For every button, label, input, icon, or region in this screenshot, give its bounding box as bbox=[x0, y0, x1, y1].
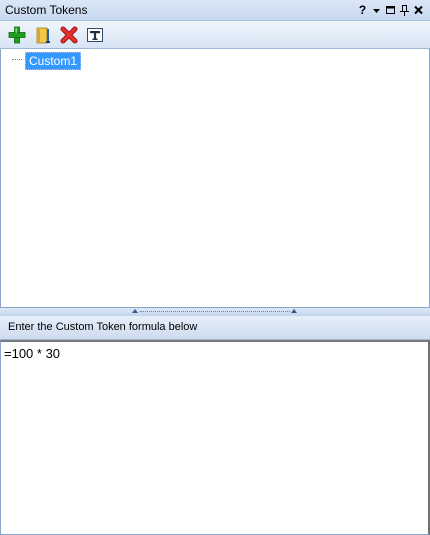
splitter-grip[interactable] bbox=[140, 311, 290, 312]
token-tree[interactable]: Custom1 bbox=[0, 49, 430, 308]
splitter-up-arrow-icon[interactable] bbox=[132, 309, 138, 313]
rename-token-button[interactable] bbox=[34, 25, 54, 45]
formula-label: Enter the Custom Token formula below bbox=[8, 321, 198, 333]
dropdown-icon[interactable] bbox=[370, 2, 383, 18]
formula-label-bar: Enter the Custom Token formula below bbox=[0, 316, 430, 340]
formula-value[interactable]: =100 * 30 bbox=[4, 346, 60, 361]
add-icon bbox=[8, 26, 26, 44]
panel-splitter[interactable] bbox=[0, 308, 430, 316]
close-icon[interactable] bbox=[412, 2, 425, 18]
rename-icon bbox=[36, 27, 50, 44]
maximize-icon[interactable] bbox=[384, 2, 397, 18]
token-text-button[interactable] bbox=[85, 25, 105, 45]
tree-node-custom1[interactable]: Custom1 bbox=[25, 52, 82, 70]
add-token-button[interactable] bbox=[7, 25, 27, 45]
pin-icon[interactable] bbox=[398, 2, 411, 18]
delete-token-button[interactable] bbox=[59, 25, 79, 45]
splitter-up-arrow-icon-right[interactable] bbox=[291, 309, 297, 313]
custom-tokens-panel: Custom Tokens ? Custom1 Enter the Custom… bbox=[0, 0, 430, 535]
help-icon[interactable]: ? bbox=[356, 2, 369, 18]
panel-title-bar: Custom Tokens ? bbox=[0, 0, 430, 21]
panel-title: Custom Tokens bbox=[5, 3, 88, 17]
formula-editor[interactable]: =100 * 30 bbox=[0, 340, 430, 535]
token-text-icon bbox=[87, 28, 103, 42]
tree-connector bbox=[12, 59, 22, 60]
delete-icon bbox=[60, 26, 78, 44]
toolbar bbox=[0, 21, 430, 49]
